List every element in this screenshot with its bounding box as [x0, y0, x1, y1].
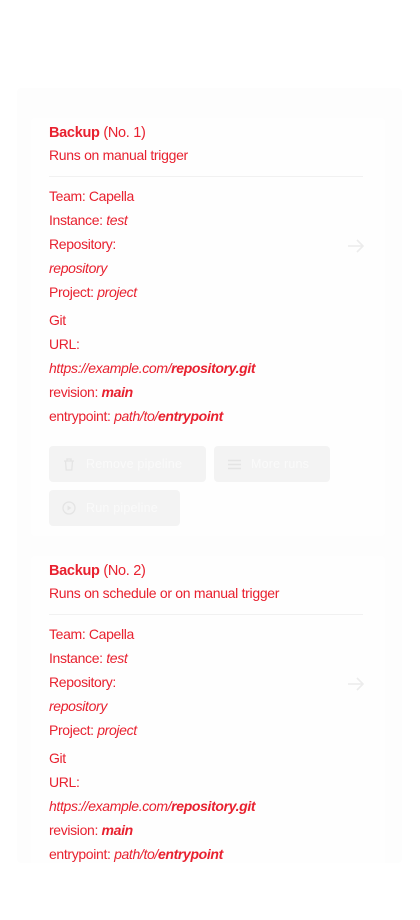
revision-value: main: [101, 384, 134, 400]
pipeline-header: Backup (No. 2) Runs on schedule or on ma…: [49, 560, 379, 605]
divider: [49, 176, 363, 177]
project-label: Project:: [49, 284, 98, 300]
trash-icon: [62, 457, 76, 471]
remove-pipeline-label: Remove pipeline: [86, 457, 183, 471]
list-icon: [227, 457, 241, 471]
repository-label: Repository:: [49, 674, 116, 690]
entrypoint-prefix: path/to/: [114, 846, 158, 862]
pipeline-details[interactable]: Team: Capella Instance: test Repository:…: [49, 184, 339, 428]
repository-label: Repository:: [49, 236, 116, 252]
more-runs-label: More runs: [251, 457, 310, 471]
run-pipeline-label: Run pipeline: [86, 501, 158, 515]
url-label: URL:: [49, 336, 80, 352]
project-label: Project:: [49, 722, 98, 738]
entrypoint-bold: entrypoint: [157, 408, 223, 424]
pipeline-card: Backup (No. 2) Runs on schedule or on ma…: [31, 556, 385, 863]
url-prefix: https://example.com/: [49, 360, 172, 376]
arrow-right-icon[interactable]: [345, 673, 367, 695]
instance-label: Instance:: [49, 650, 107, 666]
pipeline-trigger: Runs on manual trigger: [49, 147, 188, 163]
pipeline-number: (No. 2): [103, 563, 146, 579]
url-bold: repository.git: [171, 798, 256, 814]
pipeline-details[interactable]: Team: Capella Instance: test Repository:…: [49, 622, 339, 863]
url-bold: repository.git: [171, 360, 256, 376]
play-circle-icon: [62, 501, 76, 515]
entrypoint-label: entrypoint:: [49, 408, 115, 424]
entrypoint-bold: entrypoint: [157, 846, 223, 862]
entrypoint-prefix: path/to/: [114, 408, 158, 424]
run-pipeline-button[interactable]: Run pipeline: [49, 490, 180, 526]
team-label: Team:: [49, 626, 89, 642]
team-value: Capella: [88, 626, 134, 642]
pipeline-trigger: Runs on schedule or on manual trigger: [49, 585, 280, 601]
more-runs-button[interactable]: More runs: [214, 446, 330, 482]
git-label: Git: [49, 750, 66, 766]
instance-label: Instance:: [49, 212, 107, 228]
pipelines-panel: Backup (No. 1) Runs on manual trigger Te…: [17, 88, 402, 863]
entrypoint-label: entrypoint:: [49, 846, 115, 862]
revision-value: main: [101, 822, 134, 838]
revision-label: revision:: [49, 822, 102, 838]
remove-pipeline-button[interactable]: Remove pipeline: [49, 446, 206, 482]
repository-value: repository: [49, 260, 107, 276]
team-value: Capella: [88, 188, 134, 204]
project-value: project: [97, 722, 137, 738]
instance-value: test: [106, 212, 128, 228]
divider: [49, 614, 363, 615]
pipeline-title: Backup (No. 2): [49, 560, 379, 582]
pipeline-header: Backup (No. 1) Runs on manual trigger: [49, 122, 379, 167]
team-label: Team:: [49, 188, 89, 204]
pipeline-name: Backup: [49, 125, 100, 141]
repository-value: repository: [49, 698, 107, 714]
project-value: project: [97, 284, 137, 300]
url-prefix: https://example.com/: [49, 798, 172, 814]
instance-value: test: [106, 650, 128, 666]
pipeline-card: Backup (No. 1) Runs on manual trigger Te…: [31, 118, 385, 536]
pipeline-title: Backup (No. 1): [49, 122, 379, 144]
pipeline-name: Backup: [49, 563, 100, 579]
url-label: URL:: [49, 774, 80, 790]
pipeline-number: (No. 1): [103, 125, 146, 141]
arrow-right-icon[interactable]: [345, 235, 367, 257]
git-label: Git: [49, 312, 66, 328]
revision-label: revision:: [49, 384, 102, 400]
